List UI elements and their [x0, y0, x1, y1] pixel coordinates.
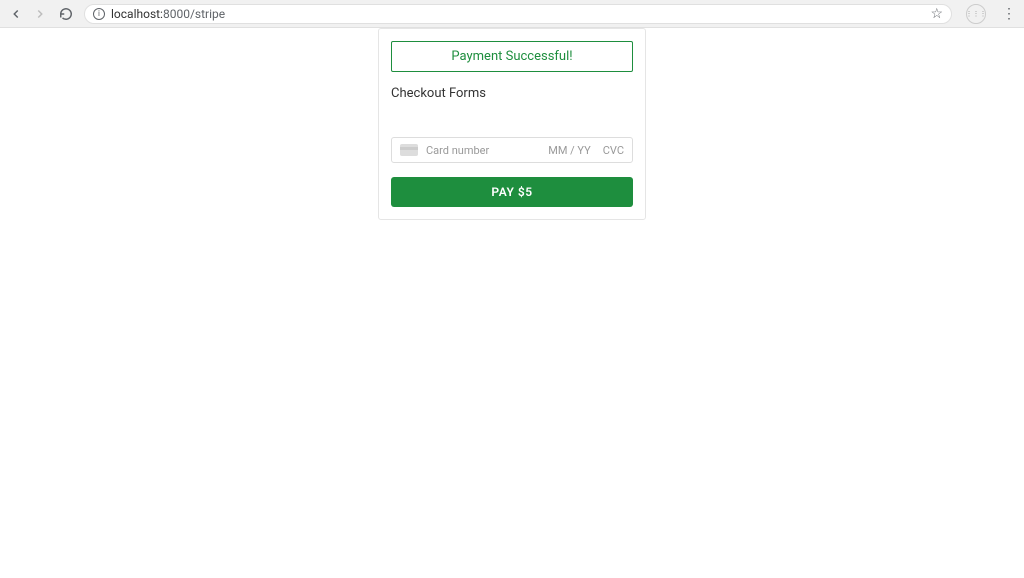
back-button[interactable]: [8, 6, 24, 22]
url-path: 8000/stripe: [163, 7, 225, 21]
card-number-placeholder: Card number: [426, 144, 540, 157]
success-banner: Payment Successful!: [391, 41, 633, 72]
checkout-card: Payment Successful! Checkout Forms Card …: [378, 28, 646, 220]
pay-button[interactable]: PAY $5: [391, 177, 633, 207]
browser-toolbar: i localhost:8000/stripe ☆ ⋮⋮⋮ ⋮: [0, 0, 1024, 28]
card-input[interactable]: Card number MM / YY CVC: [391, 137, 633, 163]
nav-arrows-group: [8, 6, 74, 22]
url-host: localhost:: [111, 7, 163, 21]
reload-button[interactable]: [58, 6, 74, 22]
address-bar[interactable]: i localhost:8000/stripe ☆: [84, 4, 952, 24]
card-expiry-placeholder: MM / YY: [548, 144, 591, 157]
bookmark-star-icon[interactable]: ☆: [930, 6, 943, 22]
success-message: Payment Successful!: [451, 49, 572, 64]
card-cvc-placeholder: CVC: [603, 144, 624, 157]
url-text: localhost:8000/stripe: [111, 7, 924, 21]
forward-button[interactable]: [32, 6, 48, 22]
extension-icon[interactable]: ⋮⋮⋮: [966, 4, 986, 24]
form-title: Checkout Forms: [391, 86, 633, 101]
page-body: Payment Successful! Checkout Forms Card …: [0, 28, 1024, 220]
browser-menu-icon[interactable]: ⋮: [1002, 7, 1016, 21]
credit-card-icon: [400, 144, 418, 156]
site-info-icon[interactable]: i: [93, 8, 105, 20]
